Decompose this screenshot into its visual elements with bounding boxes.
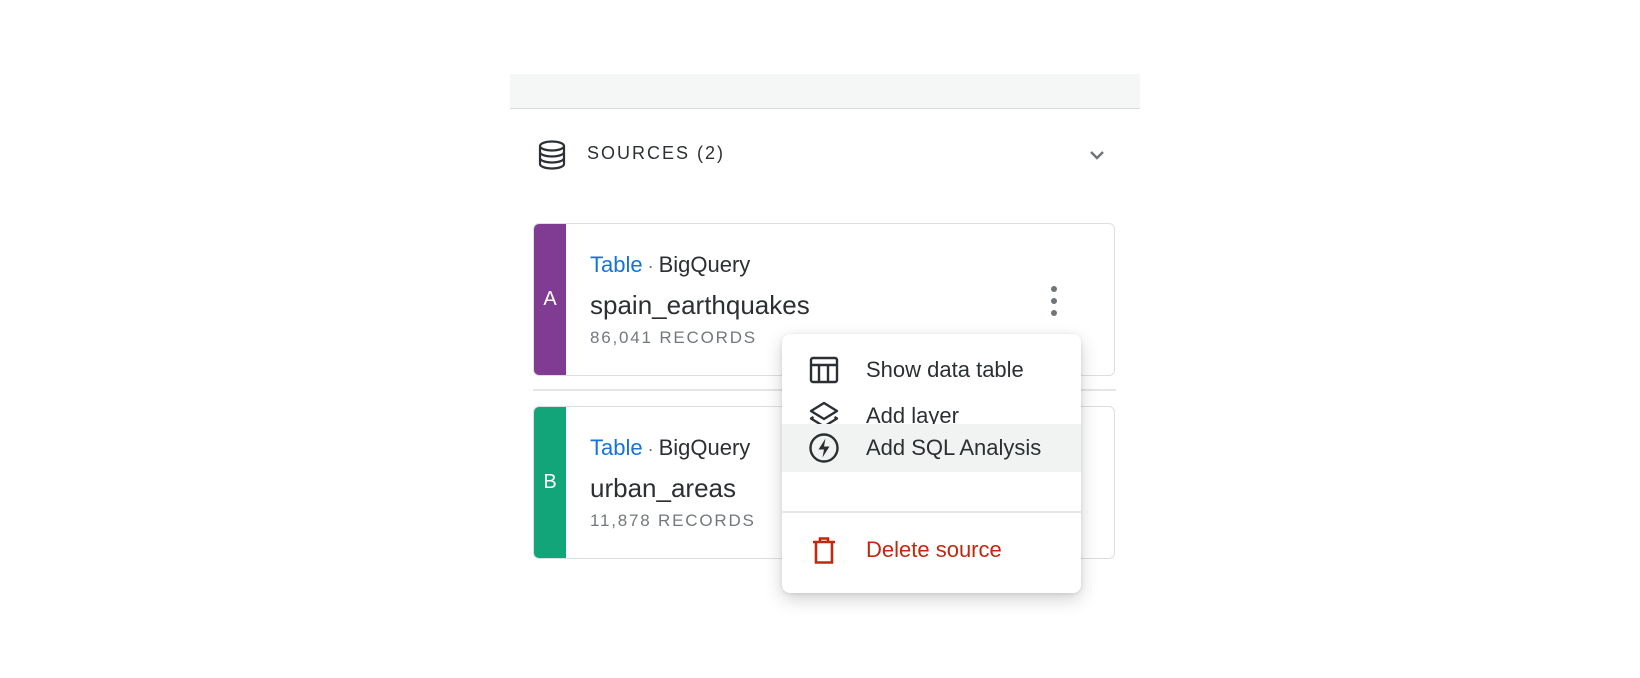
more-dot — [1051, 286, 1057, 292]
lightning-icon — [809, 433, 839, 463]
meta-separator: · — [647, 256, 654, 276]
more-dot — [1051, 310, 1057, 316]
database-icon — [538, 140, 566, 170]
more-options-button[interactable] — [1044, 286, 1064, 316]
source-meta: Table · BigQuery — [590, 435, 750, 461]
source-name: spain_earthquakes — [590, 290, 810, 320]
source-records: 11,878 RECORDS — [590, 511, 756, 530]
source-letter: B — [543, 471, 557, 493]
source-provider: BigQuery — [658, 252, 751, 277]
source-provider: BigQuery — [658, 435, 751, 460]
source-letter-badge: B — [534, 407, 566, 558]
menu-item-label: Add SQL Analysis — [866, 435, 1042, 460]
meta-separator: · — [647, 439, 654, 459]
menu-item-label: Delete source — [866, 537, 1002, 562]
sources-header[interactable]: SOURCES (2) — [510, 109, 1140, 197]
more-dot — [1051, 298, 1057, 304]
source-context-menu: Show data table Add layer Add SQL Analys… — [782, 334, 1081, 593]
menu-item-delete-source[interactable]: Delete source — [782, 526, 1081, 574]
source-type-link[interactable]: Table — [590, 435, 643, 460]
source-name: urban_areas — [590, 473, 736, 503]
source-letter: A — [543, 288, 557, 310]
source-type-link[interactable]: Table — [590, 252, 643, 277]
menu-item-show-data-table[interactable]: Show data table — [782, 346, 1081, 394]
menu-item-add-sql-analysis[interactable]: Add SQL Analysis — [782, 424, 1081, 472]
table-icon — [809, 356, 839, 384]
trash-icon — [813, 537, 835, 564]
sources-title: SOURCES (2) — [587, 143, 726, 163]
source-letter-badge: A — [534, 224, 566, 375]
source-meta: Table · BigQuery — [590, 252, 750, 278]
panel-top-bar — [510, 74, 1140, 109]
chevron-down-icon[interactable] — [1085, 143, 1109, 167]
source-records: 86,041 RECORDS — [590, 328, 757, 347]
menu-separator — [782, 511, 1081, 513]
menu-item-label: Show data table — [866, 357, 1024, 382]
